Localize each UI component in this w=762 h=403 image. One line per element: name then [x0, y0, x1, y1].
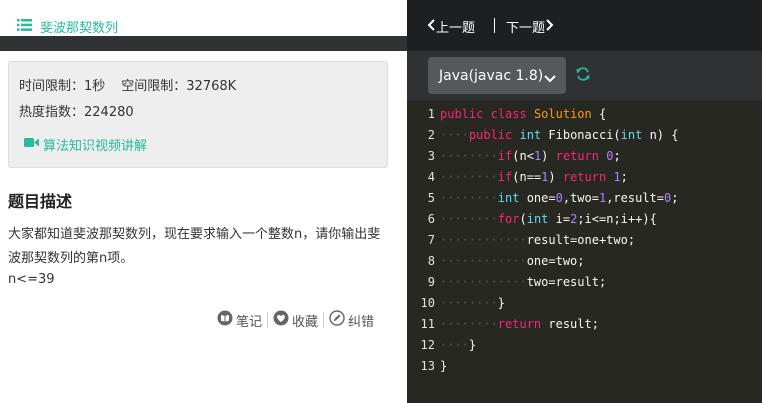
notes-label: 笔记	[236, 314, 263, 330]
chevron-right-icon	[545, 18, 554, 35]
navigation-bar: 上一题 下一题	[407, 0, 762, 51]
code-line: 4 ········if(n==1) return 1;	[407, 170, 762, 191]
line-number: 8	[427, 254, 435, 268]
pencil-icon	[329, 310, 348, 330]
code-text: }	[440, 359, 448, 373]
line-number: 6	[427, 212, 435, 226]
problem-actions: 笔记 收藏 纠错	[217, 310, 374, 330]
language-select[interactable]: Java(javac 1.8)	[428, 57, 566, 94]
code-line: 3 ········if(n<1) return 0;	[407, 149, 762, 170]
code-text: ········if(n==1) return 1;	[440, 170, 628, 184]
code-line: 8 ············one=two;	[407, 254, 762, 275]
code-line: 12 ····}	[407, 338, 762, 359]
code-line: 1 public class Solution {	[407, 107, 762, 128]
problem-info-box: 时间限制：1秒 空间限制：32768K 热度指数：224280 算法知识视频讲解	[8, 61, 388, 168]
code-line: 11 ········return result;	[407, 317, 762, 338]
report-error-button[interactable]: 纠错	[329, 310, 374, 330]
line-number: 1	[427, 107, 435, 121]
limits-row: 时间限制：1秒 空间限制：32768K	[19, 75, 236, 94]
language-value: Java(javac 1.8)	[439, 67, 544, 84]
code-line: 10 ········}	[407, 296, 762, 317]
notes-button[interactable]: 笔记	[217, 310, 262, 330]
heart-icon	[273, 310, 292, 330]
video-lecture-link[interactable]: 算法知识视频讲解	[24, 135, 147, 154]
video-camera-icon	[24, 137, 43, 152]
video-lecture-label: 算法知识视频讲解	[43, 139, 148, 154]
next-problem-label: 下一题	[506, 21, 546, 36]
divider	[267, 312, 269, 328]
problem-header: 斐波那契数列	[0, 0, 407, 36]
code-panel: 上一题 下一题 Java(javac 1.8) 1public class S	[407, 0, 762, 403]
line-number: 10	[420, 296, 435, 310]
code-text: ····public int Fibonacci(int n) {	[440, 128, 679, 142]
problem-description: 大家都知道斐波那契数列，现在要求输入一个整数n，请你输出斐波那契数列的第n项。	[8, 227, 381, 266]
code-text: ········for(int i=2;i<=n;i++){	[440, 212, 657, 226]
line-number: 13	[420, 359, 435, 373]
code-text: ····}	[440, 338, 477, 352]
problem-constraint: n<=39	[8, 272, 55, 287]
header-bar	[0, 36, 407, 51]
nav-divider	[494, 18, 495, 33]
chevron-down-icon	[544, 71, 556, 87]
line-number: 11	[420, 317, 435, 331]
problem-panel: 斐波那契数列 时间限制：1秒 空间限制：32768K 热度指数：224280 算法…	[0, 0, 407, 403]
next-problem-button[interactable]: 下一题	[506, 17, 554, 36]
code-text: ············result=one+two;	[440, 233, 636, 247]
code-text: ········return result;	[440, 317, 599, 331]
popularity: 热度指数：224280	[19, 105, 134, 120]
report-error-label: 纠错	[348, 314, 375, 330]
line-number: 4	[427, 170, 435, 184]
code-line: 13}	[407, 359, 762, 380]
editor-toolbar: Java(javac 1.8)	[407, 51, 762, 102]
line-number: 5	[427, 191, 435, 205]
time-limit: 时间限制：1秒	[19, 79, 106, 94]
memory-limit: 空间限制：32768K	[121, 79, 237, 94]
prev-problem-button[interactable]: 上一题	[427, 17, 475, 36]
line-number: 7	[427, 233, 435, 247]
code-text: public class Solution {	[440, 107, 607, 121]
refresh-icon[interactable]	[575, 66, 591, 86]
line-number: 12	[420, 338, 435, 352]
code-line: 9 ············two=result;	[407, 275, 762, 296]
code-text: ········int one=0,two=1,result=0;	[440, 191, 679, 205]
favorite-button[interactable]: 收藏	[273, 310, 318, 330]
code-text: ············one=two;	[440, 254, 585, 268]
problem-title[interactable]: 斐波那契数列	[40, 17, 118, 36]
code-editor[interactable]: 1 public class Solution { 2 ····public int …	[407, 103, 762, 403]
book-icon	[217, 310, 236, 330]
favorite-label: 收藏	[292, 314, 319, 330]
divider	[323, 312, 325, 328]
code-text: ········}	[440, 296, 506, 310]
chevron-left-icon	[427, 18, 436, 35]
section-title: 题目描述	[8, 192, 73, 211]
code-line: 5 ········int one=0,two=1,result=0;	[407, 191, 762, 212]
line-number: 3	[427, 149, 435, 163]
code-text: ········if(n<1) return 0;	[440, 149, 621, 163]
code-line: 2 ····public int Fibonacci(int n) {	[407, 128, 762, 149]
line-number: 9	[427, 275, 435, 289]
code-line: 6 ········for(int i=2;i<=n;i++){	[407, 212, 762, 233]
code-line: 7 ············result=one+two;	[407, 233, 762, 254]
line-number: 2	[427, 128, 435, 142]
prev-problem-label: 上一题	[436, 21, 476, 36]
code-text: ············two=result;	[440, 275, 607, 289]
